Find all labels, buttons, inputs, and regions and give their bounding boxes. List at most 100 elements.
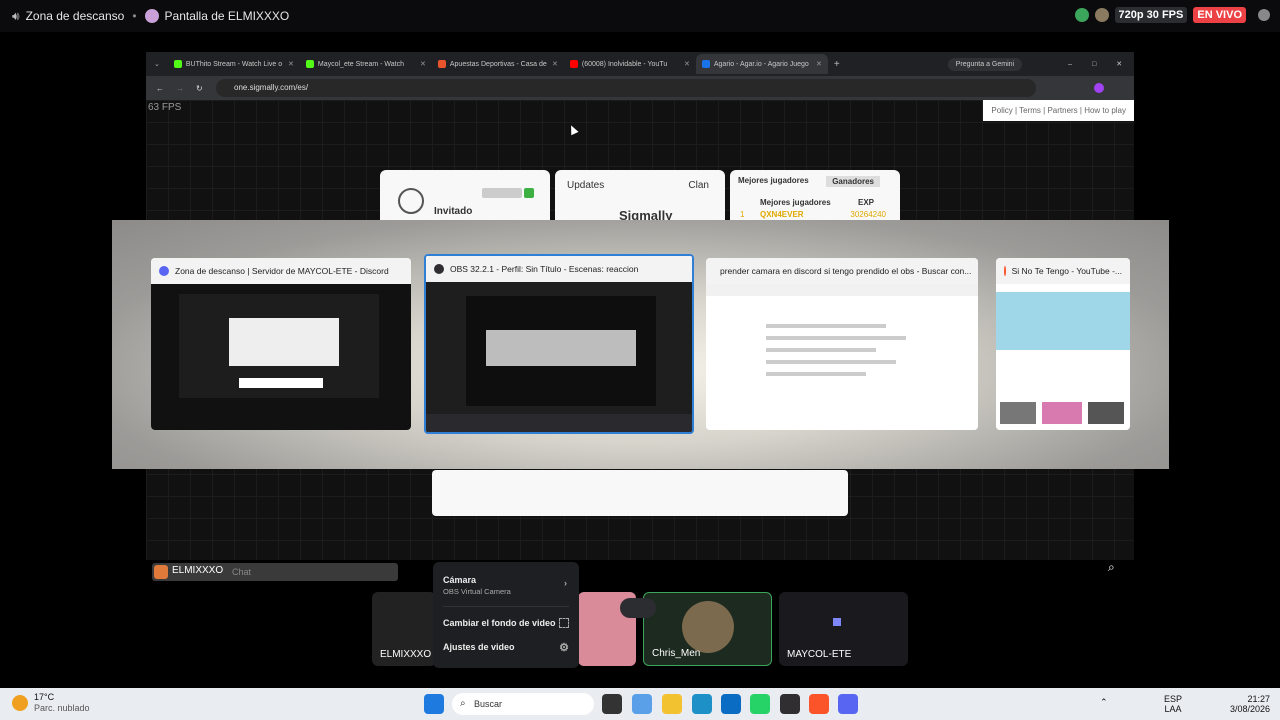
clock-date: 3/08/2026 (1229, 704, 1270, 714)
window-preview (426, 282, 692, 432)
reload-icon[interactable]: ↻ (196, 84, 203, 93)
weather-icon (12, 695, 28, 711)
camera-device: OBS Virtual Camera (443, 586, 511, 596)
participant-tile[interactable]: ELMIXXXO (372, 592, 436, 666)
obs-icon[interactable] (780, 694, 800, 714)
window-discord[interactable]: Zona de descanso | Servidor de MAYCOL-ET… (151, 258, 411, 430)
search-box[interactable]: ⌕ Buscar (452, 693, 594, 715)
edge-icon[interactable] (692, 694, 712, 714)
obs-icon (434, 264, 444, 274)
participant-name: ELMIXXXO (380, 649, 432, 660)
voice-channel-name: Zona de descanso (25, 9, 125, 23)
browser-tab[interactable]: BUThito Stream - Watch Live o ✕ (168, 54, 300, 74)
window-title: prender camara en discord si tengo prend… (720, 266, 972, 276)
tab-close-icon[interactable]: ✕ (552, 60, 558, 68)
tab-search-icon[interactable]: ⌄ (154, 60, 160, 68)
tab-winners[interactable]: Ganadores (826, 176, 880, 187)
participant-tile[interactable]: Chris_Men (643, 592, 772, 666)
add-icon[interactable] (524, 188, 534, 198)
tray-chevron-icon[interactable]: ⌃ (1100, 697, 1108, 708)
browser-tab[interactable]: Agario - Agar.io - Agario Juego ✕ (695, 54, 828, 74)
tab-close-icon[interactable]: ✕ (684, 60, 690, 68)
window-preview (996, 284, 1130, 430)
search-placeholder: Buscar (474, 699, 503, 709)
level-bar (482, 188, 522, 198)
minimize-icon[interactable]: – (1068, 61, 1072, 68)
discord-icon[interactable] (838, 694, 858, 714)
tab-close-icon[interactable]: ✕ (816, 60, 822, 68)
add-people-icon[interactable] (620, 598, 656, 618)
whatsapp-icon[interactable] (750, 694, 770, 714)
footer-links[interactable]: Policy | Terms | Partners | How to play (983, 100, 1134, 121)
tab-label: (60008) Inolvidable - YouTu (581, 60, 668, 68)
separator: • (132, 9, 137, 23)
video-context-menu: Cámara OBS Virtual Camera › Cambiar el f… (433, 562, 579, 668)
chat-placeholder: Chat (232, 567, 252, 577)
widgets-icon[interactable] (632, 694, 652, 714)
tab-close-icon[interactable]: ✕ (288, 60, 294, 68)
camera-menu-item[interactable]: Cámara OBS Virtual Camera › (443, 568, 569, 602)
favicon-icon (305, 60, 314, 68)
browser-tab[interactable]: Apuestas Deportivas - Casa de ✕ (432, 54, 564, 74)
browser-toolbar: ← → ↻ one.sigmally.com/es/ (146, 76, 1134, 100)
chat-bubble-icon[interactable] (1258, 9, 1270, 21)
speaker-icon: 🔊︎ (12, 8, 20, 23)
favicon-icon (569, 60, 578, 68)
change-background-item[interactable]: Cambiar el fondo de video (443, 611, 569, 635)
screen-share[interactable]: Pantalla de ELMIXXXO (144, 9, 290, 23)
screen-share-title: Pantalla de ELMIXXXO (164, 9, 290, 23)
file-explorer-icon[interactable] (662, 694, 682, 714)
forward-icon[interactable]: → (176, 84, 184, 93)
voice-channel[interactable]: 🔊︎ Zona de descanso (12, 9, 124, 24)
maximize-icon[interactable]: □ (1092, 61, 1096, 68)
video-settings-item[interactable]: Ajustes de video ⚙ (443, 635, 569, 659)
language-code: ESP (1164, 694, 1183, 704)
address-bar[interactable]: one.sigmally.com/es/ (216, 79, 1036, 97)
background-icon (559, 618, 569, 628)
window-obs[interactable]: OBS 32.2.1 - Perfil: Sin Título - Escena… (424, 254, 694, 434)
window-title: OBS 32.2.1 - Perfil: Sin Título - Escena… (450, 264, 639, 274)
profile-icon[interactable] (1094, 83, 1104, 93)
favicon-icon (173, 60, 182, 68)
video-settings-label: Ajustes de video (443, 642, 515, 652)
participant-name: Chris_Men (652, 648, 701, 659)
discord-stream-header: 🔊︎ Zona de descanso • Pantalla de ELMIXX… (0, 0, 1280, 32)
new-tab-icon[interactable]: + (834, 59, 840, 70)
window-title: Zona de descanso | Servidor de MAYCOL-ET… (175, 266, 389, 276)
back-icon[interactable]: ← (156, 84, 164, 93)
exp-header: EXP (857, 198, 874, 207)
store-icon[interactable] (721, 694, 741, 714)
tab-label: Apuestas Deportivas - Casa de (449, 60, 547, 68)
clock[interactable]: 21:27 3/08/2026 (1226, 694, 1270, 714)
clock-time: 21:27 (1247, 694, 1270, 704)
weather-desc: Parc. nublado (34, 703, 90, 713)
weather-widget[interactable]: 17°C Parc. nublado (12, 692, 90, 714)
participant-tile[interactable]: MAYCOL-ETE (779, 592, 908, 666)
windows-taskbar: 17°C Parc. nublado ⌕ Buscar ⌃ ESP LAA 21… (0, 688, 1280, 720)
gemini-button[interactable]: Pregunta a Gemini (947, 57, 1023, 71)
camera-label: Cámara (443, 574, 477, 585)
browser-tab[interactable]: Maycol_ete Stream - Watch ✕ (300, 54, 432, 74)
live-badge: EN VIVO (1193, 7, 1246, 23)
tab-close-icon[interactable]: ✕ (420, 60, 426, 68)
zoom-icon[interactable]: ⌕ (1108, 560, 1115, 575)
tab-clan[interactable]: Clan (688, 180, 709, 191)
chat-bar[interactable]: ELMIXXXO Chat (152, 563, 398, 581)
layout-code: LAA (1164, 704, 1182, 714)
fps-counter: 63 FPS (148, 102, 182, 113)
window-brave-search[interactable]: prender camara en discord si tengo prend… (706, 258, 978, 430)
language-indicator[interactable]: ESP LAA (1164, 694, 1182, 714)
window-preview (706, 284, 978, 430)
close-icon[interactable]: ✕ (1116, 60, 1122, 68)
browser-tab[interactable]: (60008) Inolvidable - YouTu ✕ (564, 54, 696, 74)
windows-start-icon[interactable] (424, 694, 444, 714)
brave-icon (1004, 266, 1006, 276)
leader-header: Mejores jugadores (760, 198, 831, 207)
avatar (1094, 8, 1109, 22)
tab-updates[interactable]: Updates (567, 180, 604, 191)
brave-icon[interactable] (809, 694, 829, 714)
chevron-right-icon: › (564, 578, 567, 588)
window-youtube[interactable]: Si No Te Tengo - YouTube -... (996, 258, 1130, 430)
tab-leaders[interactable]: Mejores jugadores (738, 176, 809, 185)
task-view-icon[interactable] (602, 694, 622, 714)
